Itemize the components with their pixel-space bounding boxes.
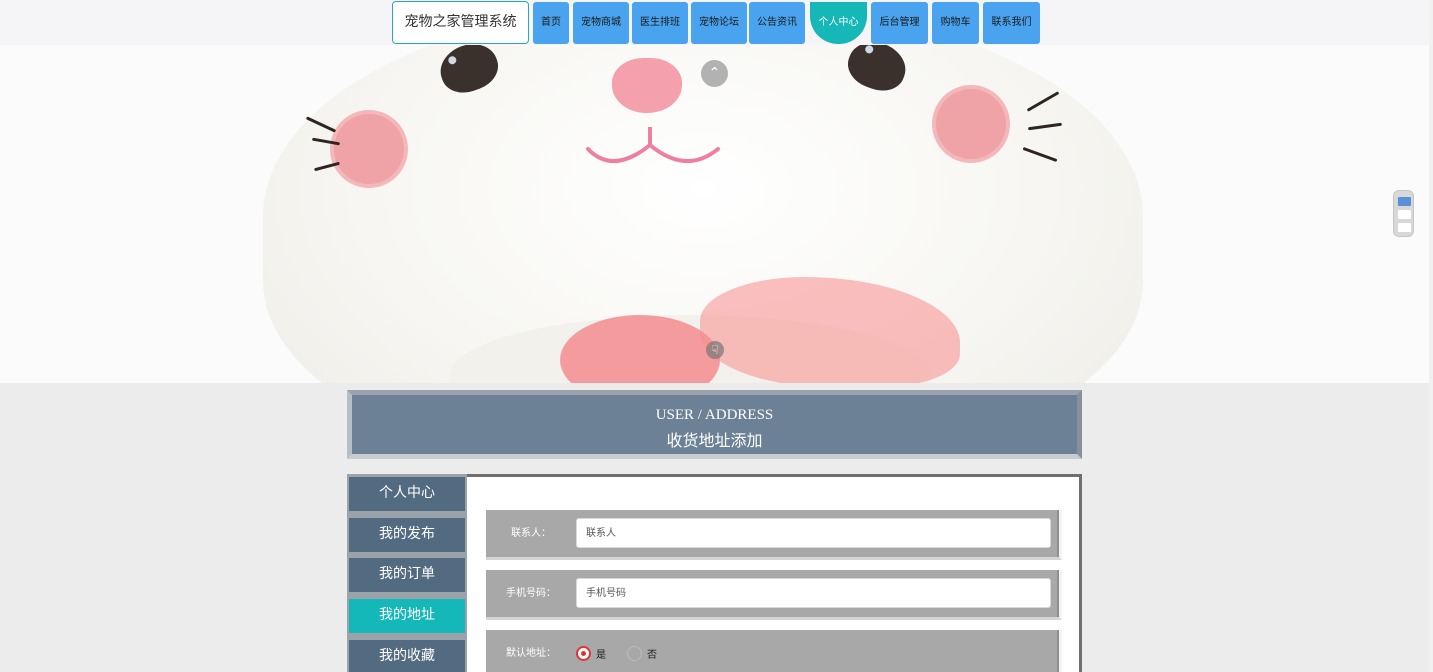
default-address-label: 默认地址： [506, 648, 556, 659]
menu-item-my-orders[interactable]: 我的订单 [349, 558, 465, 592]
toy-left-cheek [330, 110, 408, 188]
brand-title[interactable]: 宠物之家管理系统 [392, 1, 529, 44]
menu-item-my-posts[interactable]: 我的发布 [349, 518, 465, 552]
form-row-default-address: 默认地址： 是 否 [486, 630, 1062, 672]
toy-right-cheek [932, 85, 1010, 163]
nav-home[interactable]: 首页 [533, 2, 569, 44]
banner-image: ⌃ ☟ [0, 45, 1433, 383]
address-form-panel: 联系人： 手机号码： 默认地址： 是 否 [467, 474, 1082, 672]
nav-pet-forum[interactable]: 宠物论坛 [691, 2, 747, 44]
nav-admin[interactable]: 后台管理 [871, 2, 928, 44]
contact-input[interactable] [576, 518, 1051, 548]
nav-pet-shop[interactable]: 宠物商城 [573, 2, 629, 44]
scrollbar-track[interactable] [1429, 0, 1433, 672]
hand-pointer-icon: ☟ [706, 341, 724, 359]
chevron-up-icon[interactable]: ⌃ [701, 60, 728, 87]
heading-chinese: 收货地址添加 [666, 433, 763, 450]
form-row-contact: 联系人： [486, 510, 1062, 560]
user-sidebar-menu: 个人中心 我的发布 我的订单 我的地址 我的收藏 [347, 474, 467, 672]
radio-yes-label: 是 [596, 650, 606, 661]
phone-input[interactable] [576, 578, 1051, 608]
page-heading: USER / ADDRESS 收货地址添加 [347, 390, 1082, 459]
indicator-dot[interactable] [1398, 223, 1411, 232]
nav-doctor-schedule[interactable]: 医生排班 [632, 2, 688, 44]
contact-label: 联系人： [511, 528, 551, 539]
radio-no[interactable]: 否 [627, 646, 657, 661]
indicator-dot[interactable] [1398, 210, 1411, 219]
menu-item-my-favorites[interactable]: 我的收藏 [349, 640, 465, 672]
top-navbar: 宠物之家管理系统 首页 宠物商城 医生排班 宠物论坛 公告资讯 个人中心 后台管… [0, 0, 1433, 45]
toy-nose [612, 58, 682, 113]
indicator-dot-active[interactable] [1398, 197, 1411, 206]
phone-label: 手机号码： [506, 588, 556, 599]
nav-contact-us[interactable]: 联系我们 [983, 2, 1040, 44]
nav-announcements[interactable]: 公告资讯 [749, 2, 805, 44]
nav-personal-center[interactable]: 个人中心 [810, 2, 867, 44]
radio-unchecked-icon[interactable] [627, 646, 642, 661]
menu-item-personal-center[interactable]: 个人中心 [349, 477, 465, 511]
radio-checked-icon[interactable] [576, 646, 591, 661]
nav-cart[interactable]: 购物车 [932, 2, 979, 44]
menu-item-my-address[interactable]: 我的地址 [349, 599, 465, 633]
page-indicator-icon[interactable] [1393, 190, 1414, 237]
heading-english: USER / ADDRESS [655, 407, 774, 423]
radio-no-label: 否 [647, 650, 657, 661]
toy-mouth [586, 127, 720, 164]
form-row-phone: 手机号码： [486, 570, 1062, 620]
radio-yes[interactable]: 是 [576, 646, 606, 661]
